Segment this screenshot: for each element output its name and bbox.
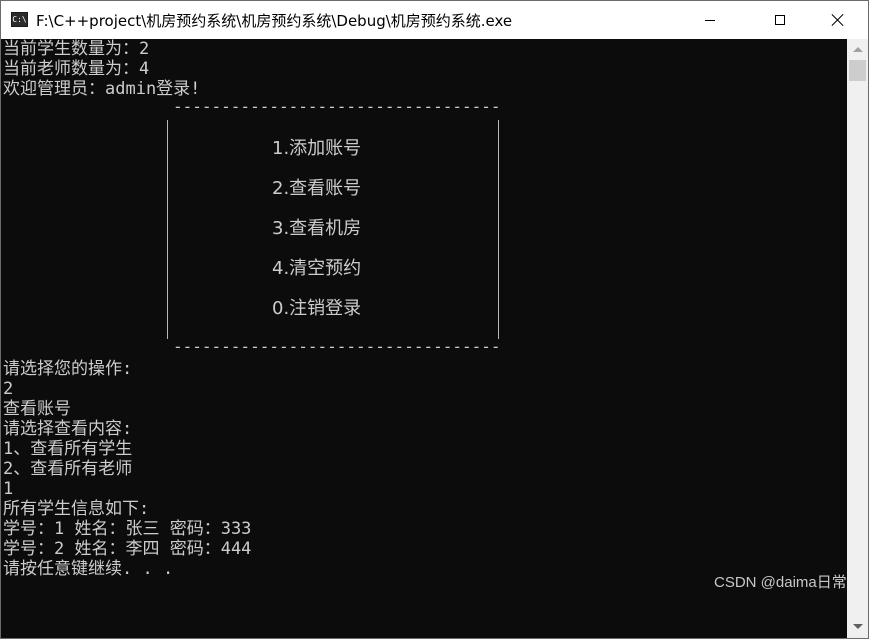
console-line: 查看账号 (3, 399, 71, 419)
console-output[interactable]: 当前学生数量为：2 当前老师数量为：4 欢迎管理员：admin登录! -----… (1, 39, 847, 638)
console-line: 当前学生数量为：2 (3, 39, 150, 59)
minimize-icon (705, 19, 715, 21)
menu-top-border: ----------------------------------------… (173, 97, 503, 116)
maximize-button[interactable] (757, 1, 803, 39)
menu-item-clear-reservations: 4.清空预约 (272, 258, 362, 279)
console-line: 请选择查看内容: (3, 419, 133, 439)
console-line: 2、查看所有老师 (3, 459, 133, 479)
console-line: 1、查看所有学生 (3, 439, 133, 459)
scroll-up-button[interactable] (847, 39, 868, 59)
console-line: 当前老师数量为：4 (3, 59, 150, 79)
console-line: 所有学生信息如下: (3, 499, 150, 519)
maximize-icon (775, 15, 785, 25)
console-app-icon[interactable]: C:\ (11, 12, 28, 27)
csdn-watermark: CSDN @daima日常 (714, 574, 847, 591)
window-title: F:\C++project\机房预约系统\机房预约系统\Debug\机房预约系统… (36, 12, 513, 30)
menu-bottom-border: ----------------------------------------… (173, 337, 503, 356)
arrow-up-icon (852, 46, 863, 52)
minimize-button[interactable] (687, 1, 733, 39)
close-icon (831, 13, 845, 27)
vertical-scrollbar[interactable] (847, 39, 868, 638)
scroll-down-button[interactable] (847, 616, 868, 636)
title-bar[interactable]: C:\ F:\C++project\机房预约系统\机房预约系统\Debug\机房… (1, 1, 868, 39)
console-window: C:\ F:\C++project\机房预约系统\机房预约系统\Debug\机房… (0, 0, 869, 639)
scroll-thumb[interactable] (849, 60, 866, 81)
arrow-down-icon (852, 623, 863, 629)
close-button[interactable] (815, 1, 861, 39)
console-line: 请选择您的操作: (3, 359, 133, 379)
console-line: 2 (3, 379, 14, 399)
console-line: 学号：2 姓名：李四 密码：444 (3, 539, 252, 559)
menu-item-add-account: 1.添加账号 (272, 138, 362, 159)
console-line: 1 (3, 479, 14, 499)
console-line: 请按任意键继续. . . (3, 559, 174, 579)
menu-item-view-rooms: 3.查看机房 (272, 218, 362, 239)
menu-item-view-accounts: 2.查看账号 (272, 178, 362, 199)
console-line: 学号：1 姓名：张三 密码：333 (3, 519, 252, 539)
menu-item-logout: 0.注销登录 (272, 298, 362, 319)
console-line: 欢迎管理员：admin登录! (3, 79, 201, 99)
